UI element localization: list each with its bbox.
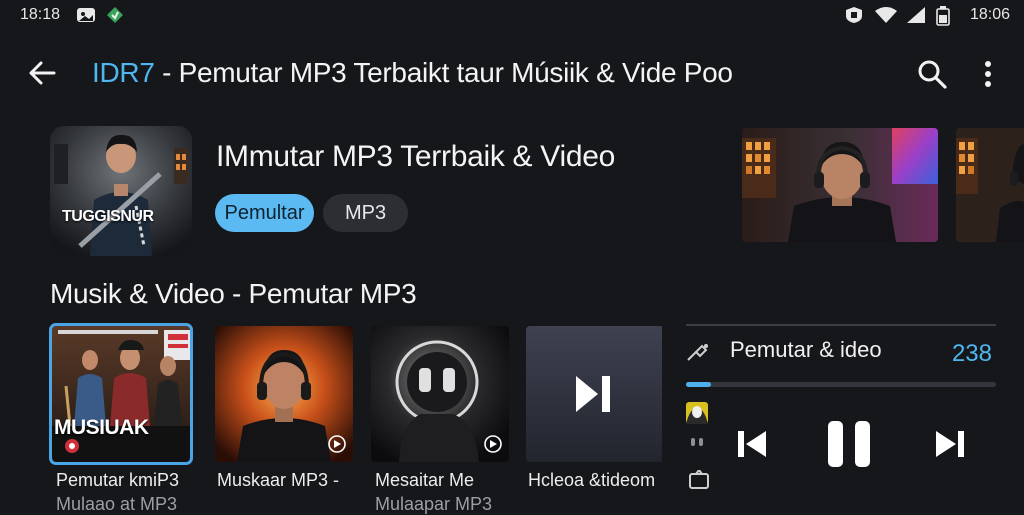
player-progress-fill <box>686 382 711 387</box>
skip-next-icon[interactable] <box>934 428 966 460</box>
player-progress[interactable] <box>686 382 996 387</box>
media-card-4-title: Hcleoa &tideom <box>528 470 656 490</box>
pause-icon[interactable] <box>824 419 874 469</box>
battery-icon <box>936 6 950 26</box>
media-card-2-title: Muskaar MP3 - <box>217 470 340 490</box>
pin-icon[interactable] <box>686 342 710 362</box>
media-card-1[interactable]: MUSIUAK <box>49 323 193 465</box>
status-bar: 18:18 18:06 <box>0 0 1024 30</box>
media-card-3-title: Mesaitar Me <box>375 470 475 490</box>
player-count: 238 <box>951 340 992 367</box>
media-card-3[interactable] <box>371 326 509 462</box>
chip-mp3[interactable]: MP3 <box>323 194 408 232</box>
nfc-icon <box>846 7 862 23</box>
skip-previous-icon[interactable] <box>736 428 768 460</box>
featured-image-1[interactable] <box>742 128 938 242</box>
page-title-text: - Pemutar MP3 Terbaikt taur Músiik & Vid… <box>154 57 733 88</box>
chip-pemultar[interactable]: Pemultar <box>215 194 314 232</box>
top-app-bar: IDR7 - Pemutar MP3 Terbaikt taur Músiik … <box>0 44 1024 100</box>
app-notification-icon <box>107 7 123 23</box>
media-card-4[interactable] <box>526 326 664 462</box>
media-card-1-art-text: MUSIUAK <box>54 416 149 439</box>
audio-icon <box>691 438 703 446</box>
media-card-2[interactable] <box>215 326 353 462</box>
cast-icon[interactable] <box>688 470 710 490</box>
more-vert-icon[interactable] <box>978 58 998 90</box>
back-arrow-icon[interactable] <box>26 57 58 89</box>
gallery-icon <box>77 8 95 22</box>
media-card-1-title: Pemutar kmiP3 <box>56 470 180 490</box>
search-icon[interactable] <box>916 58 948 90</box>
player-thumbnail[interactable] <box>686 402 708 424</box>
signal-icon <box>907 7 925 23</box>
album-title: IMmutar MP3 Terrbaik & Video <box>216 140 615 173</box>
status-time-left: 18:18 <box>20 6 61 23</box>
section-title: Musik & Video - Pemutar MP3 <box>50 278 417 309</box>
player-track-title: Pemutar & ideo <box>730 337 882 362</box>
player-divider <box>686 324 996 326</box>
featured-image-2[interactable] <box>956 128 1024 242</box>
status-time-right: 18:06 <box>969 6 1010 23</box>
album-art[interactable]: TUGGISNUR <box>50 126 192 256</box>
page-title-accent: IDR7 <box>92 57 155 88</box>
mini-player: Pemutar & ideo 238 <box>686 324 996 512</box>
wifi-icon <box>875 7 897 23</box>
album-art-text: TUGGISNUR <box>62 208 154 225</box>
page-title: IDR7 - Pemutar MP3 Terbaikt taur Músiik … <box>92 57 733 89</box>
